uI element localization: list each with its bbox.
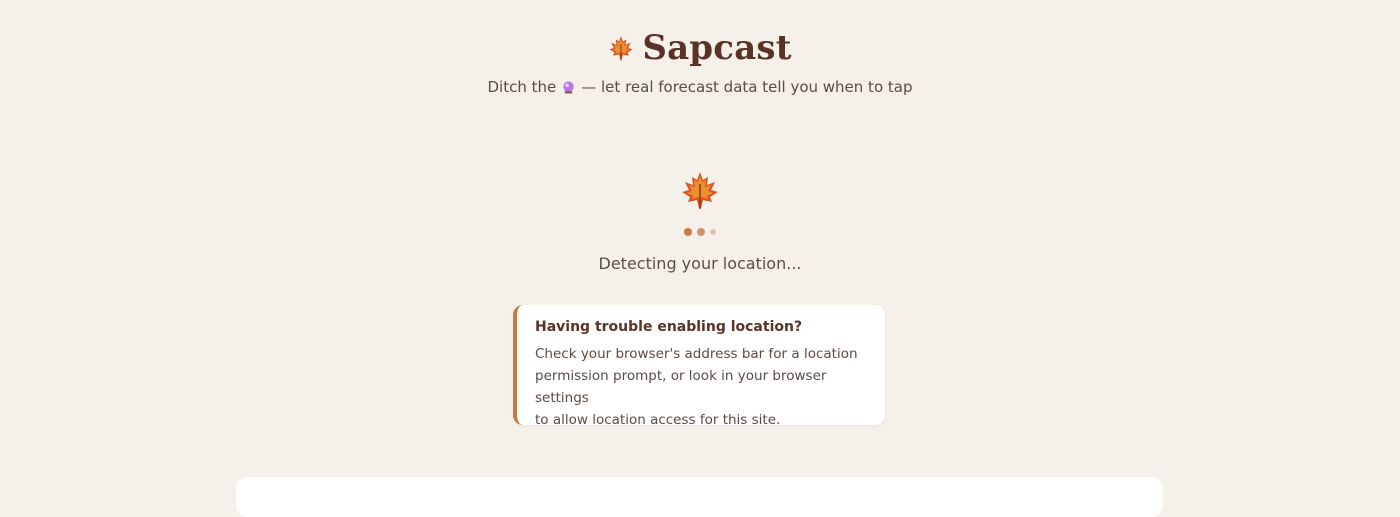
- maple-leaf-icon: [608, 35, 634, 61]
- loading-dot: [684, 228, 692, 236]
- tagline-text-start: Ditch the: [487, 78, 557, 96]
- tagline-text-end: — let real forecast data tell you when t…: [581, 78, 913, 96]
- help-card-line: to allow location access for this site.: [535, 412, 781, 428]
- loading-dots: [0, 228, 1400, 236]
- loading-dot: [710, 229, 716, 235]
- crystal-ball-icon: [561, 80, 576, 95]
- tagline: Ditch the — let real forecast data tell …: [488, 78, 913, 96]
- title-row: Sapcast: [608, 26, 791, 70]
- app-header: Sapcast Ditch the — let real forecast da…: [0, 26, 1400, 96]
- maple-leaf-icon: [680, 170, 720, 210]
- help-card-body: Check your browser's address bar for a l…: [535, 343, 867, 431]
- content-panel: [236, 477, 1163, 517]
- help-card-line: Check your browser's address bar for a l…: [535, 346, 858, 362]
- location-help-card: Having trouble enabling location? Check …: [513, 305, 885, 428]
- app-title: Sapcast: [642, 28, 792, 68]
- help-card-title: Having trouble enabling location?: [535, 319, 803, 335]
- status-text: Detecting your location...: [598, 254, 802, 273]
- location-loader: Detecting your location...: [0, 170, 1400, 273]
- help-card-line: permission prompt, or look in your brows…: [535, 368, 827, 406]
- loading-dot: [697, 228, 705, 236]
